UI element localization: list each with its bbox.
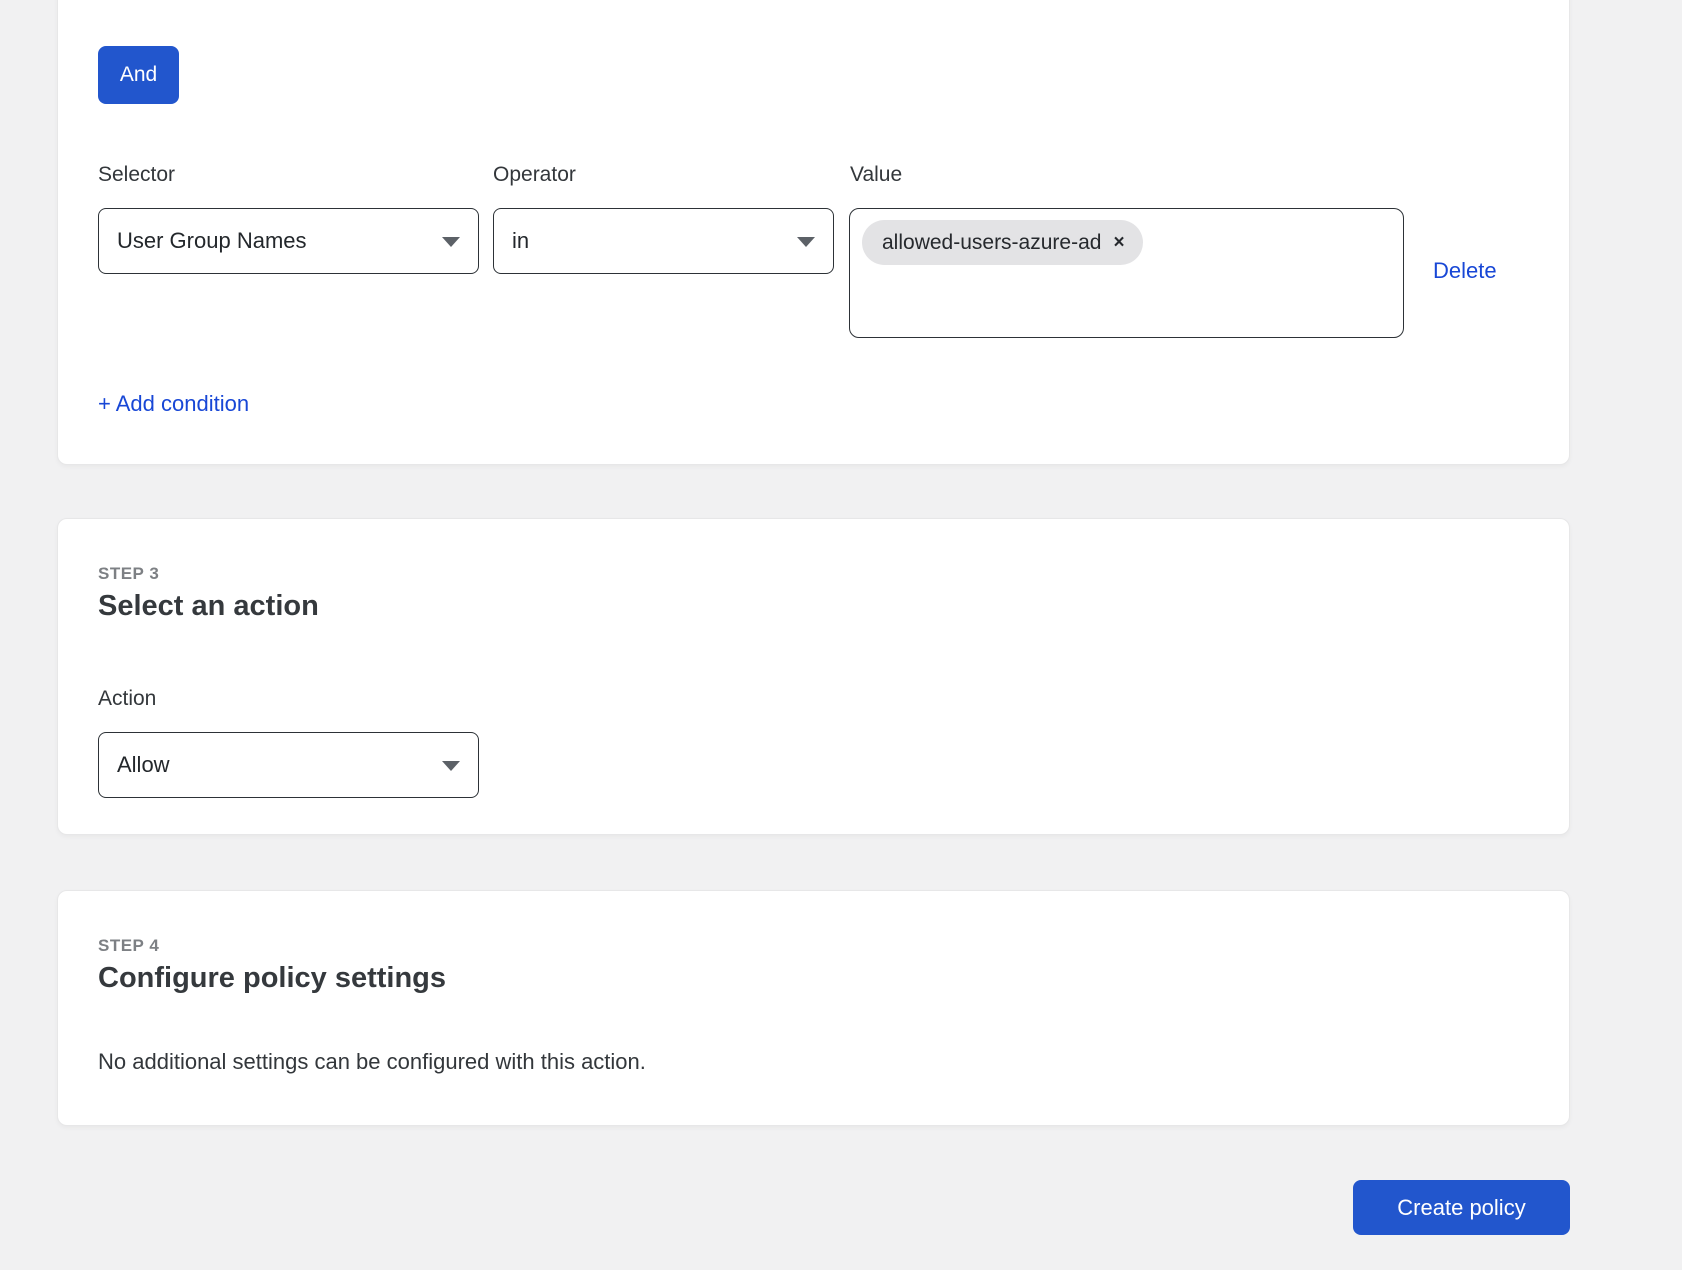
step4-label: STEP 4 bbox=[98, 936, 159, 956]
operator-label: Operator bbox=[493, 163, 576, 187]
selector-label: Selector bbox=[98, 163, 175, 187]
add-condition-link[interactable]: + Add condition bbox=[98, 391, 249, 417]
condition-card: And Selector Operator Value User Group N… bbox=[57, 0, 1570, 465]
step3-card: STEP 3 Select an action Action Allow bbox=[57, 518, 1570, 835]
chevron-down-icon bbox=[442, 761, 460, 771]
value-tag: allowed-users-azure-ad × bbox=[862, 220, 1143, 265]
operator-dropdown[interactable]: in bbox=[493, 208, 834, 274]
action-dropdown[interactable]: Allow bbox=[98, 732, 479, 798]
operator-dropdown-value: in bbox=[512, 228, 529, 254]
value-tag-label: allowed-users-azure-ad bbox=[882, 231, 1101, 255]
selector-dropdown[interactable]: User Group Names bbox=[98, 208, 479, 274]
and-logic-button[interactable]: And bbox=[98, 46, 179, 104]
action-dropdown-value: Allow bbox=[117, 752, 170, 778]
chevron-down-icon bbox=[797, 237, 815, 247]
action-label: Action bbox=[98, 687, 156, 711]
step4-card: STEP 4 Configure policy settings No addi… bbox=[57, 890, 1570, 1126]
policy-builder-page: And Selector Operator Value User Group N… bbox=[0, 0, 1682, 1270]
value-multiselect-input[interactable]: allowed-users-azure-ad × bbox=[849, 208, 1404, 338]
create-policy-button[interactable]: Create policy bbox=[1353, 1180, 1570, 1235]
selector-dropdown-value: User Group Names bbox=[117, 228, 307, 254]
value-label: Value bbox=[850, 163, 902, 187]
step3-title: Select an action bbox=[98, 590, 319, 623]
step4-title: Configure policy settings bbox=[98, 962, 446, 995]
delete-condition-link[interactable]: Delete bbox=[1433, 258, 1497, 284]
step4-description: No additional settings can be configured… bbox=[98, 1049, 646, 1075]
remove-tag-icon[interactable]: × bbox=[1113, 233, 1124, 252]
step3-label: STEP 3 bbox=[98, 564, 159, 584]
chevron-down-icon bbox=[442, 237, 460, 247]
